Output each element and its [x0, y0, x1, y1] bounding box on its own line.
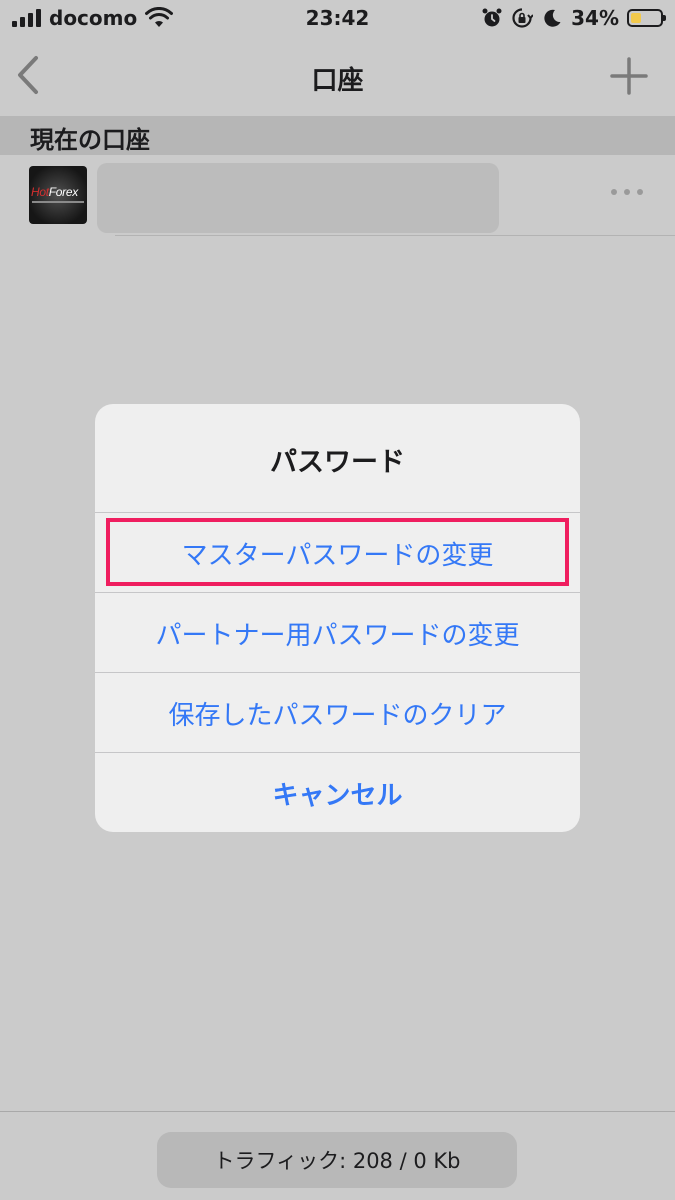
dialog-title: パスワード	[270, 447, 405, 478]
alarm-icon	[482, 8, 502, 27]
battery-icon	[627, 9, 666, 27]
section-header-label: 現在の口座	[30, 126, 150, 154]
orientation-lock-icon	[512, 8, 534, 28]
navigation-bar: 口座	[0, 38, 675, 117]
account-row[interactable]: HotForex	[0, 156, 675, 236]
status-right: 34%	[481, 5, 666, 31]
ellipsis-icon[interactable]	[609, 186, 645, 198]
traffic-indicator: トラフィック: 208 / 0 Kb	[157, 1132, 517, 1188]
battery-percent: 34%	[571, 6, 619, 30]
plus-icon[interactable]	[607, 54, 651, 98]
moon-icon	[544, 9, 561, 27]
change-partner-password-button[interactable]: パートナー用パスワードの変更	[95, 592, 580, 673]
broker-logo-tagline	[32, 201, 84, 203]
change-master-password-button[interactable]: マスターパスワードの変更	[95, 512, 580, 593]
page-title: 口座	[311, 66, 364, 96]
section-header: 現在の口座	[0, 116, 675, 155]
account-info-redacted	[97, 163, 499, 233]
broker-logo-text: HotForex	[31, 185, 78, 199]
clear-saved-password-button[interactable]: 保存したパスワードのクリア	[95, 672, 580, 753]
broker-logo: HotForex	[29, 166, 87, 224]
battery-fill	[631, 13, 641, 23]
footer-separator	[0, 1111, 675, 1112]
row-separator	[115, 235, 675, 236]
cancel-button[interactable]: キャンセル	[95, 752, 580, 833]
status-bar: docomo 23:42 34%	[0, 0, 675, 38]
